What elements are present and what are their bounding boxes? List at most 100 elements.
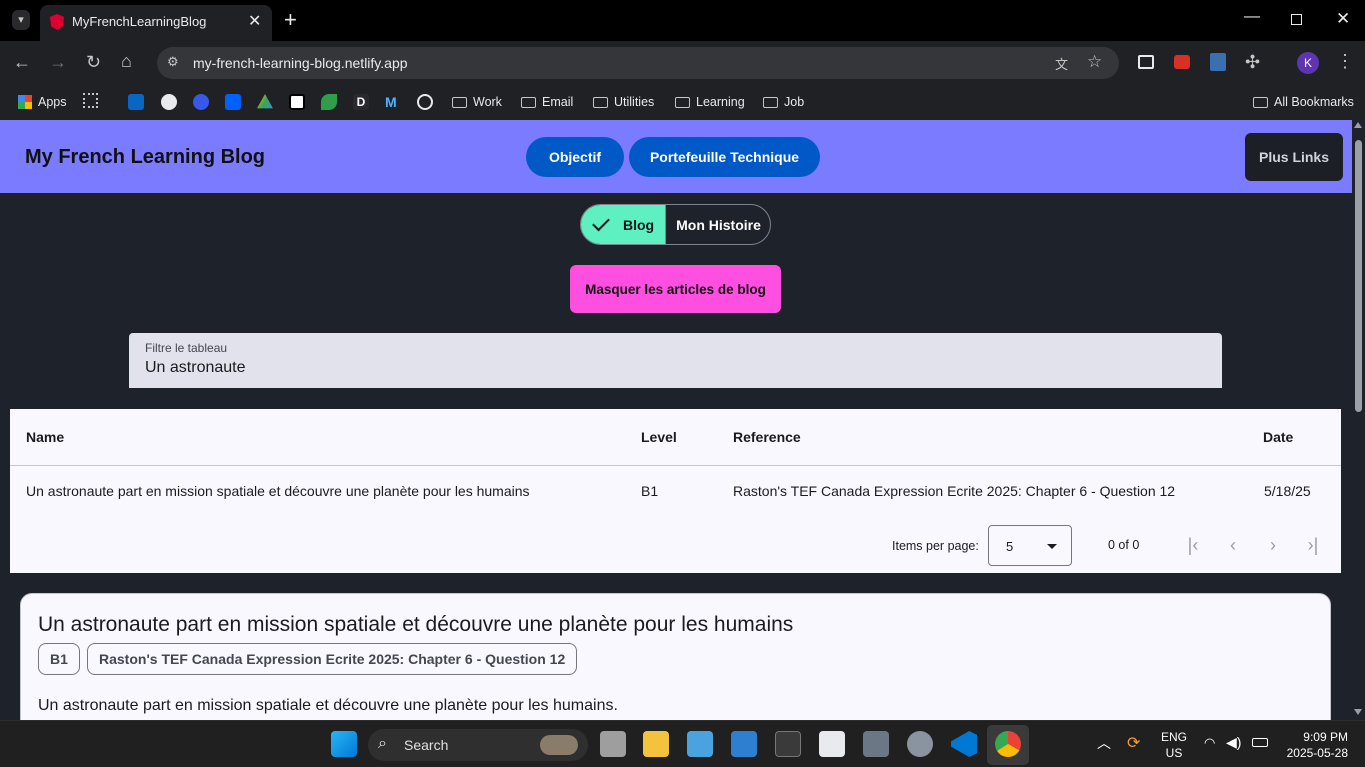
app-icon[interactable] [731,731,757,757]
windows-taskbar: ⌕ Search ︿ ⟳ ENG US ◠ ◀) 9:09 PM 2025-05… [0,720,1365,767]
wordpress-icon[interactable] [193,94,209,110]
extension-icon[interactable] [1138,55,1154,69]
language-code: ENG [1160,730,1187,744]
calculator-icon[interactable] [863,731,889,757]
forward-icon[interactable]: → [49,52,67,72]
tab-search-icon[interactable]: ▾ [12,10,30,30]
volume-icon[interactable]: ◀) [1226,734,1241,751]
all-bookmarks-folder[interactable]: All Bookmarks [1253,93,1354,111]
first-page-icon[interactable]: |‹ [1182,533,1204,557]
extensions-puzzle-icon[interactable]: ✣ [1245,52,1260,72]
items-per-page-select[interactable]: 5 [988,525,1072,566]
clock-time: 9:09 PM [1303,730,1348,744]
previous-page-icon[interactable]: ‹ [1222,533,1244,557]
hide-blog-posts-button[interactable]: Masquer les articles de blog [570,265,781,313]
sync-icon[interactable]: ⟳ [1127,733,1140,753]
d-app-icon[interactable]: D [353,94,369,110]
level-chip[interactable]: B1 [38,643,80,675]
avatar[interactable]: K [1297,52,1319,74]
column-header-reference[interactable]: Reference [733,429,801,445]
scroll-up-icon[interactable] [1354,122,1362,128]
page-viewport: My French Learning Blog Objectif Portefe… [0,120,1352,720]
wifi-icon[interactable]: ◠ [1204,735,1215,751]
tab-groups-icon[interactable] [83,93,98,108]
bookmark-label: Utilities [614,95,655,109]
google-drive-icon[interactable] [257,94,273,109]
page-scrollbar[interactable] [1352,120,1365,720]
search-icon: ⌕ [378,735,387,752]
openai-icon[interactable] [417,94,433,110]
url-text: my-french-learning-blog.netlify.app [193,55,408,71]
vscode-icon[interactable] [951,731,977,757]
active-tab[interactable]: MyFrenchLearningBlog ✕ [40,5,272,41]
app-icon[interactable] [687,731,713,757]
reload-icon[interactable]: ↻ [86,52,101,72]
column-header-date[interactable]: Date [1263,429,1293,445]
toggle-blog-label: Blog [623,216,655,233]
minimize-icon[interactable]: — [1244,8,1260,26]
settings-gear-icon[interactable] [907,731,933,757]
page-title[interactable]: My French Learning Blog [25,146,265,169]
region-code: US [1165,746,1183,760]
bookmark-star-icon[interactable]: ☆ [1087,52,1102,72]
tab-title: MyFrenchLearningBlog [72,14,207,29]
site-info-icon[interactable]: ⚙ [167,54,179,70]
terminal-icon[interactable] [775,731,801,757]
bookmark-label: Email [542,95,574,109]
column-header-level[interactable]: Level [641,429,677,445]
toggle-blog[interactable]: Blog [581,205,665,244]
close-tab-icon[interactable]: ✕ [248,11,261,31]
linkedin-icon[interactable] [128,94,144,110]
filter-input[interactable] [145,359,1205,377]
show-hidden-icons-chevron-icon[interactable]: ︿ [1097,733,1111,753]
table-filter-field[interactable]: Filtre le tableau [129,333,1222,388]
home-icon[interactable]: ⌂ [121,51,132,71]
m-app-icon[interactable]: M [385,94,401,110]
plus-links-button[interactable]: Plus Links [1245,133,1343,181]
reference-chip[interactable]: Raston's TEF Canada Expression Ecrite 20… [87,643,578,675]
menu-kebab-icon[interactable]: ⋮ [1336,51,1354,71]
extension-icon[interactable] [1174,55,1190,69]
bookmark-label: Work [473,95,502,109]
maximize-icon[interactable] [1291,14,1302,25]
taskbar-search[interactable]: ⌕ Search [368,729,588,761]
last-page-icon[interactable]: ›| [1302,533,1324,557]
nav-portefeuille-button[interactable]: Portefeuille Technique [629,137,820,177]
clock-date: 2025-05-28 [1286,746,1348,760]
chrome-icon[interactable] [995,731,1021,757]
scroll-down-icon[interactable] [1354,709,1362,715]
translate-icon[interactable]: 文 [1055,54,1068,73]
bookmark-label: Learning [696,95,745,109]
bookmark-folder-work[interactable]: Work [452,93,502,111]
bookmark-folder-job[interactable]: Job [763,93,804,111]
bookmark-folder-email[interactable]: Email [521,93,573,111]
new-tab-icon[interactable]: + [284,7,297,33]
task-view-icon[interactable] [600,731,626,757]
bookmark-folder-learning[interactable]: Learning [675,93,745,111]
battery-icon[interactable] [1252,738,1268,747]
header-divider [10,465,1341,466]
toggle-mon-histoire[interactable]: Mon Histoire [665,205,770,244]
blog-table: Name Level Reference Date Un astronaute … [10,409,1341,573]
github-icon[interactable] [161,94,177,110]
windows-start-icon[interactable] [331,731,357,757]
notion-icon[interactable] [289,94,305,110]
address-bar[interactable]: ⚙ my-french-learning-blog.netlify.app 文 … [157,47,1119,79]
next-page-icon[interactable]: › [1262,533,1284,557]
bookmark-apps[interactable]: Apps [18,93,67,111]
file-explorer-icon[interactable] [643,731,669,757]
system-clock[interactable]: 9:09 PM 2025-05-28 [1278,729,1348,761]
language-indicator[interactable]: ENG US [1160,729,1188,761]
leaf-icon[interactable] [321,94,337,110]
post-title: Un astronaute part en mission spatiale e… [38,613,794,636]
nav-objectif-button[interactable]: Objectif [526,137,624,177]
bookmark-folder-utilities[interactable]: Utilities [593,93,654,111]
back-icon[interactable]: ← [13,52,31,72]
scrollbar-thumb[interactable] [1355,140,1362,412]
filter-label: Filtre le tableau [145,341,228,355]
close-window-icon[interactable]: ✕ [1336,9,1350,29]
dropbox-icon[interactable] [225,94,241,110]
snipping-tool-icon[interactable] [819,731,845,757]
extension-icon[interactable] [1210,53,1226,71]
column-header-name[interactable]: Name [26,429,64,445]
